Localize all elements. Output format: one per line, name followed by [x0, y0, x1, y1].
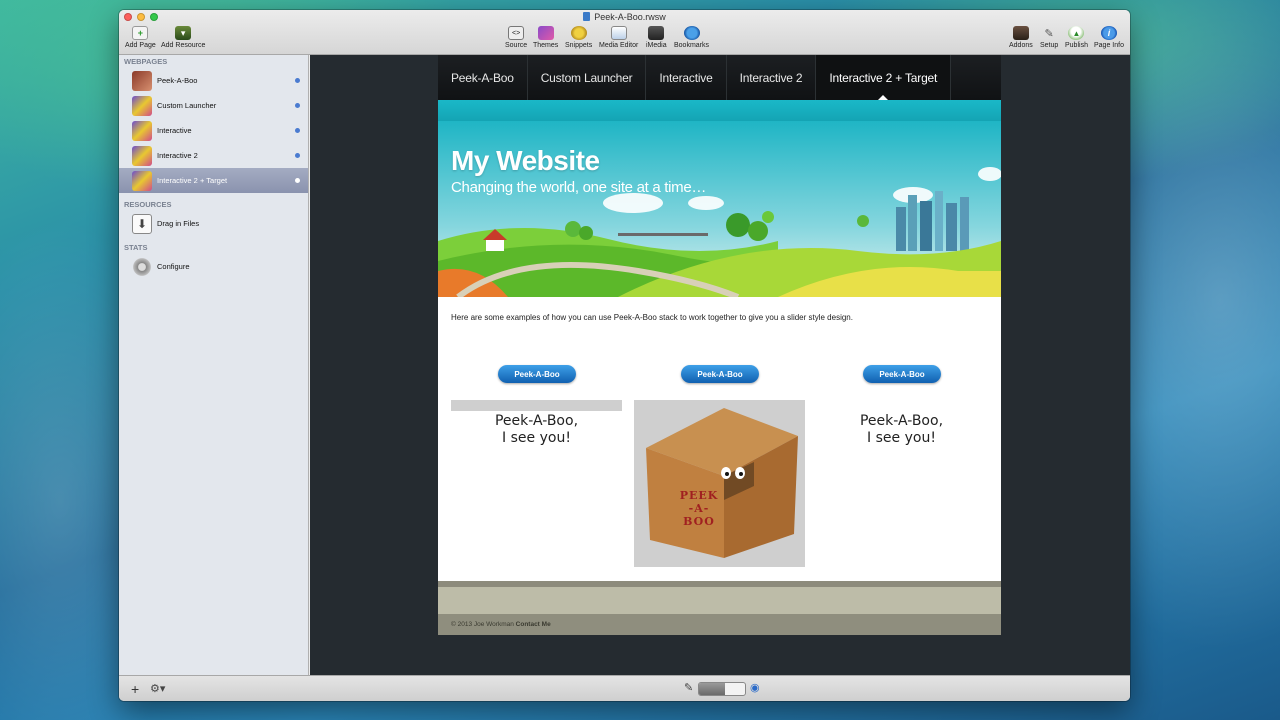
- addons-button[interactable]: Addons: [1009, 26, 1033, 49]
- page-preview: Peek-A-Boo Custom Launcher Interactive I…: [310, 55, 1130, 675]
- document-icon: [583, 12, 591, 21]
- page-info-button[interactable]: i Page Info: [1094, 26, 1124, 49]
- reveal-text-1: Peek-A-Boo, I see you!: [494, 413, 579, 446]
- source-icon: <>: [508, 26, 525, 40]
- page-status-dot: [295, 78, 300, 83]
- setup-icon: ✎: [1044, 27, 1054, 40]
- box-label: PEEK -A- BOO: [679, 489, 719, 528]
- page-status-dot: [295, 178, 300, 183]
- edit-mode-icon[interactable]: ✎: [684, 681, 693, 694]
- peek-a-boo-button-3[interactable]: Peek-A-Boo: [863, 365, 941, 383]
- site-nav-peek-a-boo[interactable]: Peek-A-Boo: [438, 55, 528, 100]
- hero-banner: My Website Changing the world, one site …: [438, 121, 1001, 297]
- sidebar-item-interactive-2[interactable]: Interactive 2: [119, 143, 308, 168]
- drag-in-icon: ⬇: [132, 213, 152, 234]
- page-status-dot: [295, 103, 300, 108]
- hero-subtitle: Changing the world, one site at a time…: [451, 179, 707, 196]
- footer-copyright: © 2013 Joe Workman: [451, 621, 514, 628]
- themes-button[interactable]: Themes: [533, 26, 558, 49]
- site-nav-interactive[interactable]: Interactive: [646, 55, 727, 100]
- add-resource-icon: ▾: [175, 26, 192, 40]
- publish-icon: ▲: [1068, 26, 1085, 40]
- setup-button[interactable]: ✎ Setup: [1040, 26, 1058, 50]
- media-editor-icon: [610, 26, 627, 40]
- hero-title: My Website: [451, 145, 600, 176]
- site-nav-interactive-2-target[interactable]: Interactive 2 + Target: [816, 55, 952, 100]
- addons-icon: [1012, 26, 1029, 40]
- publish-button[interactable]: ▲ Publish: [1065, 26, 1088, 49]
- toolbar: Peek-A-Boo.rwsw + Add Page ▾ Add Resourc…: [119, 10, 1130, 55]
- snippets-button[interactable]: Snippets: [565, 26, 592, 49]
- stack-page-icon: [132, 95, 152, 116]
- sidebar: WEBPAGES Peek-A-Boo Custom Launcher Inte…: [119, 55, 309, 675]
- stack-page-icon: [132, 170, 152, 191]
- sidebar-item-interactive[interactable]: Interactive: [119, 118, 308, 143]
- site-navigation: Peek-A-Boo Custom Launcher Interactive I…: [438, 55, 1001, 100]
- add-resource-button[interactable]: ▾ Add Resource: [161, 26, 205, 49]
- imedia-icon: [648, 26, 665, 40]
- page-info-icon: i: [1100, 26, 1117, 40]
- site-nav-custom-launcher[interactable]: Custom Launcher: [528, 55, 647, 100]
- bookmarks-button[interactable]: Bookmarks: [674, 26, 709, 49]
- sidebar-item-custom-launcher[interactable]: Custom Launcher: [119, 93, 308, 118]
- site-footer: © 2013 Joe Workman Contact Me: [438, 581, 1001, 635]
- sidebar-heading-resources: RESOURCES: [124, 200, 172, 209]
- sidebar-heading-webpages: WEBPAGES: [124, 57, 168, 66]
- intro-text: Here are some examples of how you can us…: [451, 313, 853, 322]
- media-editor-button[interactable]: Media Editor: [599, 26, 638, 49]
- website-preview: Peek-A-Boo Custom Launcher Interactive I…: [438, 55, 1001, 635]
- bottom-bar: + ⚙▾ ✎ ◉: [119, 675, 1130, 701]
- page-status-dot: [295, 153, 300, 158]
- reveal-text-3: Peek-A-Boo, I see you!: [859, 413, 944, 446]
- gear-icon: [132, 256, 152, 277]
- footer-contact-link[interactable]: Contact Me: [516, 621, 551, 628]
- site-nav-interactive-2[interactable]: Interactive 2: [727, 55, 817, 100]
- preview-eye-icon[interactable]: ◉: [750, 681, 760, 694]
- sidebar-heading-stats: STATS: [124, 243, 148, 252]
- themes-icon: [537, 26, 554, 40]
- window-title: Peek-A-Boo.rwsw: [119, 12, 1130, 22]
- add-icon[interactable]: +: [131, 681, 139, 697]
- stack-page-icon: [132, 145, 152, 166]
- stack-page-icon: [132, 120, 152, 141]
- sidebar-item-configure[interactable]: Configure: [119, 254, 308, 279]
- imedia-button[interactable]: iMedia: [646, 26, 667, 49]
- sidebar-item-drag-in-files[interactable]: ⬇ Drag in Files: [119, 211, 308, 236]
- site-band: [438, 100, 1001, 121]
- bookmarks-icon: [683, 26, 700, 40]
- peek-a-boo-button-2[interactable]: Peek-A-Boo: [681, 365, 759, 383]
- sidebar-item-interactive-2-target[interactable]: Interactive 2 + Target: [119, 168, 308, 193]
- add-page-button[interactable]: + Add Page: [125, 26, 156, 49]
- app-window: Peek-A-Boo.rwsw + Add Page ▾ Add Resourc…: [119, 10, 1130, 701]
- reveal-panel-collapsed: [451, 400, 622, 411]
- gear-menu-icon[interactable]: ⚙▾: [150, 682, 165, 695]
- page-status-dot: [295, 128, 300, 133]
- cardboard-box-image: [646, 408, 798, 558]
- box-image-panel: PEEK -A- BOO: [634, 400, 805, 567]
- add-page-icon: +: [132, 26, 149, 40]
- peek-a-boo-button-1[interactable]: Peek-A-Boo: [498, 365, 576, 383]
- source-button[interactable]: <> Source: [505, 26, 527, 49]
- edit-preview-toggle[interactable]: [698, 682, 746, 696]
- house-icon: [132, 70, 152, 91]
- snippets-icon: [570, 26, 587, 40]
- sidebar-item-peek-a-boo[interactable]: Peek-A-Boo: [119, 68, 308, 93]
